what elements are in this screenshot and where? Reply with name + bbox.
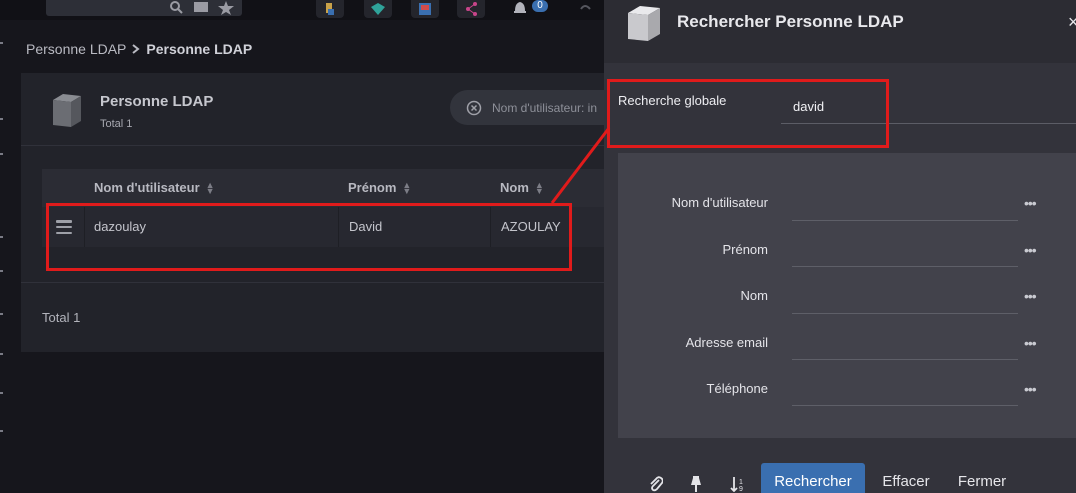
more-options-icon[interactable]: •••: [1024, 195, 1037, 211]
divider: [21, 282, 604, 283]
panel-total: Total 1: [100, 118, 133, 130]
clear-filter-icon[interactable]: [466, 100, 482, 116]
cell-first-name: David: [349, 219, 383, 234]
pin-icon[interactable]: [687, 475, 705, 493]
global-search-label: Recherche globale: [618, 93, 727, 108]
notification-badge: 0: [532, 0, 548, 12]
star-icon[interactable]: [216, 0, 236, 16]
more-options-icon[interactable]: •••: [1024, 288, 1037, 304]
field-input-username[interactable]: [792, 220, 1018, 221]
list-panel: Personne LDAP Total 1 Nom d'utilisateur:…: [21, 73, 620, 352]
search-dialog: Rechercher Personne LDAP × Recherche glo…: [604, 0, 1076, 493]
top-bar: 0: [0, 0, 604, 20]
global-search-input[interactable]: [781, 90, 1076, 124]
dialog-header: Rechercher Personne LDAP ×: [604, 0, 1076, 63]
sort-icon[interactable]: ▲ ▼: [535, 180, 544, 195]
filter-chip-label: Nom d'utilisateur: in: [492, 100, 597, 115]
search-button[interactable]: Rechercher: [761, 463, 865, 493]
column-header-last-name[interactable]: Nom ▲ ▼: [500, 180, 544, 195]
dialog-title: Rechercher Personne LDAP: [677, 12, 904, 31]
menu-icon[interactable]: [56, 220, 72, 234]
sort-icon[interactable]: ▲ ▼: [206, 180, 215, 195]
column-header-label: Nom d'utilisateur: [94, 180, 200, 195]
footer-total: Total 1: [42, 310, 81, 325]
app-launcher-2[interactable]: [364, 0, 392, 18]
advanced-fields: Nom d'utilisateur ••• Prénom ••• Nom •••…: [618, 153, 1076, 438]
cube-icon: [53, 94, 81, 127]
field-input-last-name[interactable]: [792, 313, 1018, 314]
more-options-icon[interactable]: •••: [1024, 381, 1037, 397]
field-input-first-name[interactable]: [792, 266, 1018, 267]
column-header-username[interactable]: Nom d'utilisateur ▲ ▼: [94, 180, 215, 195]
close-button[interactable]: Fermer: [947, 463, 1017, 493]
folder-icon[interactable]: [193, 0, 209, 16]
cell-username: dazoulay: [94, 219, 147, 234]
search-icon[interactable]: [168, 0, 184, 16]
more-options-icon[interactable]: •••: [1024, 242, 1037, 258]
field-input-email[interactable]: [792, 359, 1018, 360]
field-label-first-name: Prénom: [722, 242, 768, 257]
cube-icon: [628, 6, 660, 41]
column-header-first-name[interactable]: Prénom ▲ ▼: [348, 180, 411, 195]
field-label-phone: Téléphone: [706, 381, 768, 396]
cell-last-name: AZOULAY: [501, 219, 561, 234]
field-label-email: Adresse email: [685, 335, 768, 350]
field-input-phone[interactable]: [792, 405, 1018, 406]
chevron-right-icon: [132, 44, 141, 54]
field-label-username: Nom d'utilisateur: [671, 195, 768, 210]
app-launcher-3[interactable]: [411, 0, 439, 18]
active-filter-chip[interactable]: Nom d'utilisateur: in: [450, 90, 620, 125]
close-icon[interactable]: ×: [1068, 12, 1076, 33]
sort-icon[interactable]: ▲ ▼: [402, 180, 411, 195]
share-app-icon[interactable]: [457, 0, 485, 18]
field-label-last-name: Nom: [740, 288, 768, 303]
svg-text:1: 1: [739, 479, 743, 486]
grid-header: Nom d'utilisateur ▲ ▼ Prénom ▲ ▼ Nom ▲ ▼: [42, 169, 604, 207]
panel-header: Personne LDAP Total 1 Nom d'utilisateur:…: [21, 73, 620, 146]
breadcrumb-current: Personne LDAP: [146, 41, 253, 57]
column-header-label: Prénom: [348, 180, 397, 195]
dialog-footer: 19 Rechercher Effacer Fermer: [604, 455, 1076, 493]
table-row[interactable]: dazoulay David AZOULAY: [42, 207, 604, 247]
global-search-box[interactable]: [46, 0, 242, 16]
paperclip-icon[interactable]: [647, 475, 665, 493]
undo-icon[interactable]: [578, 0, 592, 16]
svg-text:9: 9: [739, 486, 743, 492]
breadcrumb: Personne LDAP Personne LDAP: [26, 41, 252, 57]
panel-title: Personne LDAP: [100, 93, 214, 110]
breadcrumb-parent[interactable]: Personne LDAP: [26, 41, 126, 57]
column-header-label: Nom: [500, 180, 529, 195]
bell-icon[interactable]: [511, 0, 529, 16]
app-launcher-1[interactable]: [316, 0, 344, 18]
more-options-icon[interactable]: •••: [1024, 335, 1037, 351]
sort-icon[interactable]: 19: [729, 475, 747, 493]
clear-button[interactable]: Effacer: [872, 463, 940, 493]
